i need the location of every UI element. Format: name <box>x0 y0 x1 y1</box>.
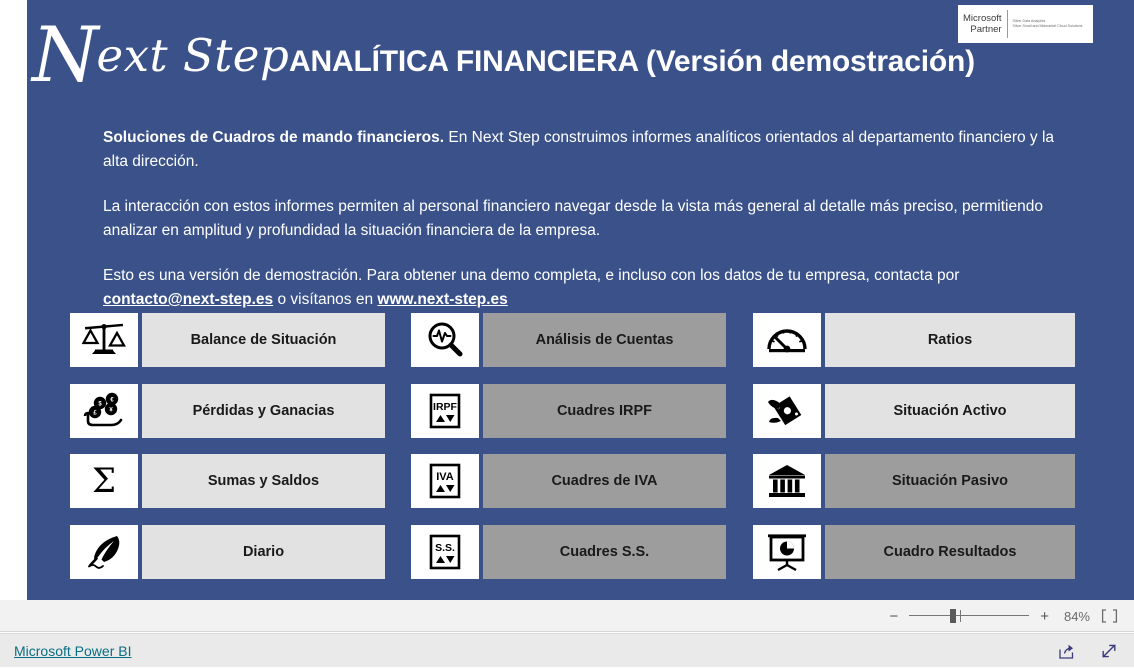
intro-paragraph-1: Soluciones de Cuadros de mando financier… <box>103 126 1058 174</box>
brand-logo-text: ext Step <box>96 29 290 82</box>
page-header: Next Step ANALÍTICA FINANCIERA (Versión … <box>27 0 1134 110</box>
partner-competency-2: Silver Small and Midmarket Cloud Solutio… <box>1012 24 1083 28</box>
zoom-bar: − + 84% <box>0 600 1134 632</box>
partner-badge-line1: Microsoft <box>963 13 1002 24</box>
tile-cuadro-resultados[interactable]: Cuadro Resultados <box>753 525 1075 579</box>
ss-box-icon: S.S. <box>411 525 479 579</box>
brand-logo-initial: N <box>32 10 98 99</box>
tile-situacion-activo[interactable]: Situación Activo <box>753 384 1075 438</box>
flying-money-icon <box>753 384 821 438</box>
tile-sumas-y-saldos[interactable]: Σ Sumas y Saldos <box>70 454 385 508</box>
balance-scale-icon <box>70 313 138 367</box>
intro-paragraph-3-before: Esto es una versión de demostración. Par… <box>103 267 960 284</box>
report-page: Next Step ANALÍTICA FINANCIERA (Versión … <box>27 0 1134 600</box>
tile-label: Pérdidas y Ganacias <box>142 384 385 438</box>
intro-lead: Soluciones de Cuadros de mando financier… <box>103 129 445 146</box>
zoom-in-button[interactable]: + <box>1040 609 1049 624</box>
bank-building-icon <box>753 454 821 508</box>
fit-to-page-icon[interactable] <box>1101 609 1118 623</box>
tile-label: Situación Pasivo <box>825 454 1075 508</box>
tile-balance-de-situacion[interactable]: Balance de Situación <box>70 313 385 367</box>
gauge-icon <box>753 313 821 367</box>
tile-perdidas-y-ganacias[interactable]: € $ ¥ £ Pérdidas y Ganacias <box>70 384 385 438</box>
tile-cuadres-de-iva[interactable]: IVA Cuadres de IVA <box>411 454 726 508</box>
microsoft-partner-badge: Microsoft Partner Silver Data Analytics … <box>958 5 1093 43</box>
zoom-slider-midtick <box>960 610 962 622</box>
iva-badge-text: IVA <box>436 471 454 483</box>
zoom-slider[interactable] <box>909 609 1030 623</box>
tile-label: Cuadres S.S. <box>483 525 726 579</box>
iva-box-icon: IVA <box>411 454 479 508</box>
tile-diario[interactable]: Diario <box>70 525 385 579</box>
zoom-out-button[interactable]: − <box>889 609 898 624</box>
website-link[interactable]: www.next-step.es <box>377 291 507 308</box>
partner-badge-competencies: Silver Data Analytics Silver Small and M… <box>1008 19 1083 29</box>
tile-label: Situación Activo <box>825 384 1075 438</box>
irpf-badge-text: IRPF <box>433 401 458 413</box>
tile-label: Cuadres IRPF <box>483 384 726 438</box>
microsoft-power-bi-link[interactable]: Microsoft Power BI <box>14 643 131 659</box>
zoom-slider-track <box>909 615 1030 616</box>
zoom-level-label: 84% <box>1063 608 1090 624</box>
hand-coins-icon: € $ ¥ £ <box>70 384 138 438</box>
zoom-slider-handle[interactable] <box>950 609 957 623</box>
quill-pen-icon <box>70 525 138 579</box>
tile-label: Cuadres de IVA <box>483 454 726 508</box>
irpf-box-icon: IRPF <box>411 384 479 438</box>
tile-ratios[interactable]: Ratios <box>753 313 1075 367</box>
intro-paragraph-3-middle: o visítanos en <box>273 291 378 308</box>
sigma-glyph: Σ <box>91 461 117 501</box>
page-title: ANALÍTICA FINANCIERA (Versión demostraci… <box>289 45 975 78</box>
zoom-controls: − + 84% <box>889 600 1118 632</box>
tile-label: Cuadro Resultados <box>825 525 1075 579</box>
tile-label: Balance de Situación <box>142 313 385 367</box>
partner-badge-name: Microsoft Partner <box>963 13 1007 35</box>
fullscreen-icon[interactable] <box>1100 642 1118 660</box>
tile-label: Ratios <box>825 313 1075 367</box>
contact-email-link[interactable]: contacto@next-step.es <box>103 291 273 308</box>
magnifier-pulse-icon <box>411 313 479 367</box>
tile-grid: Balance de Situación € $ ¥ £ Pérdidas y … <box>70 313 1105 583</box>
intro-text-block: Soluciones de Cuadros de mando financier… <box>103 126 1058 312</box>
intro-paragraph-3: Esto es una versión de demostración. Par… <box>103 264 1058 312</box>
tile-analisis-de-cuentas[interactable]: Análisis de Cuentas <box>411 313 726 367</box>
footer-bar: Microsoft Power BI <box>0 633 1134 667</box>
tile-cuadres-ss[interactable]: S.S. Cuadres S.S. <box>411 525 726 579</box>
ss-badge-text: S.S. <box>435 542 455 554</box>
tile-label: Diario <box>142 525 385 579</box>
tile-situacion-pasivo[interactable]: Situación Pasivo <box>753 454 1075 508</box>
partner-badge-line2: Partner <box>970 24 1002 35</box>
presentation-pie-icon <box>753 525 821 579</box>
footer-actions <box>1058 634 1118 668</box>
share-icon[interactable] <box>1058 643 1076 660</box>
tile-cuadres-irpf[interactable]: IRPF Cuadres IRPF <box>411 384 726 438</box>
tile-label: Análisis de Cuentas <box>483 313 726 367</box>
intro-paragraph-2: La interacción con estos informes permit… <box>103 198 1043 239</box>
sigma-icon: Σ <box>70 454 138 508</box>
tile-label: Sumas y Saldos <box>142 454 385 508</box>
brand-logo: Next Step <box>32 6 289 106</box>
report-canvas: Next Step ANALÍTICA FINANCIERA (Versión … <box>0 0 1134 600</box>
